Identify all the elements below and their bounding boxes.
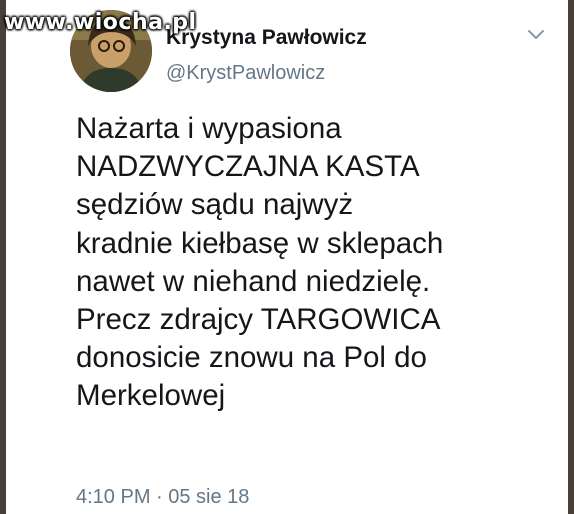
tweet-line: Merkelowej — [76, 379, 226, 413]
tweet-line: donosicie znowu na Pol do — [76, 341, 427, 375]
tweet-line: Precz zdrajcy TARGOWICA — [76, 303, 441, 337]
watermark-logo: www.wiocha.pl — [4, 10, 197, 35]
author-handle[interactable]: @KrystPawlowicz — [166, 62, 325, 85]
tweet-card: Krystyna Pawłowicz @KrystPawlowicz Nażar… — [6, 0, 568, 514]
tweet-line: sędziów sądu najwyż — [76, 188, 354, 222]
chevron-down-icon[interactable] — [524, 24, 548, 44]
tweet-text: Nażarta i wypasiona NADZWYCZAJNA KASTA s… — [76, 110, 546, 416]
tweet-line: NADZWYCZAJNA KASTA — [76, 150, 420, 184]
tweet-line: Nażarta i wypasiona — [76, 112, 342, 145]
tweet-line: nawet w niehand niedzielę. — [76, 264, 431, 298]
tweet-timestamp[interactable]: 4:10 PM · 05 sie 18 — [76, 486, 249, 509]
tweet-line: kradnie kiełbasę w sklepach — [76, 226, 444, 260]
